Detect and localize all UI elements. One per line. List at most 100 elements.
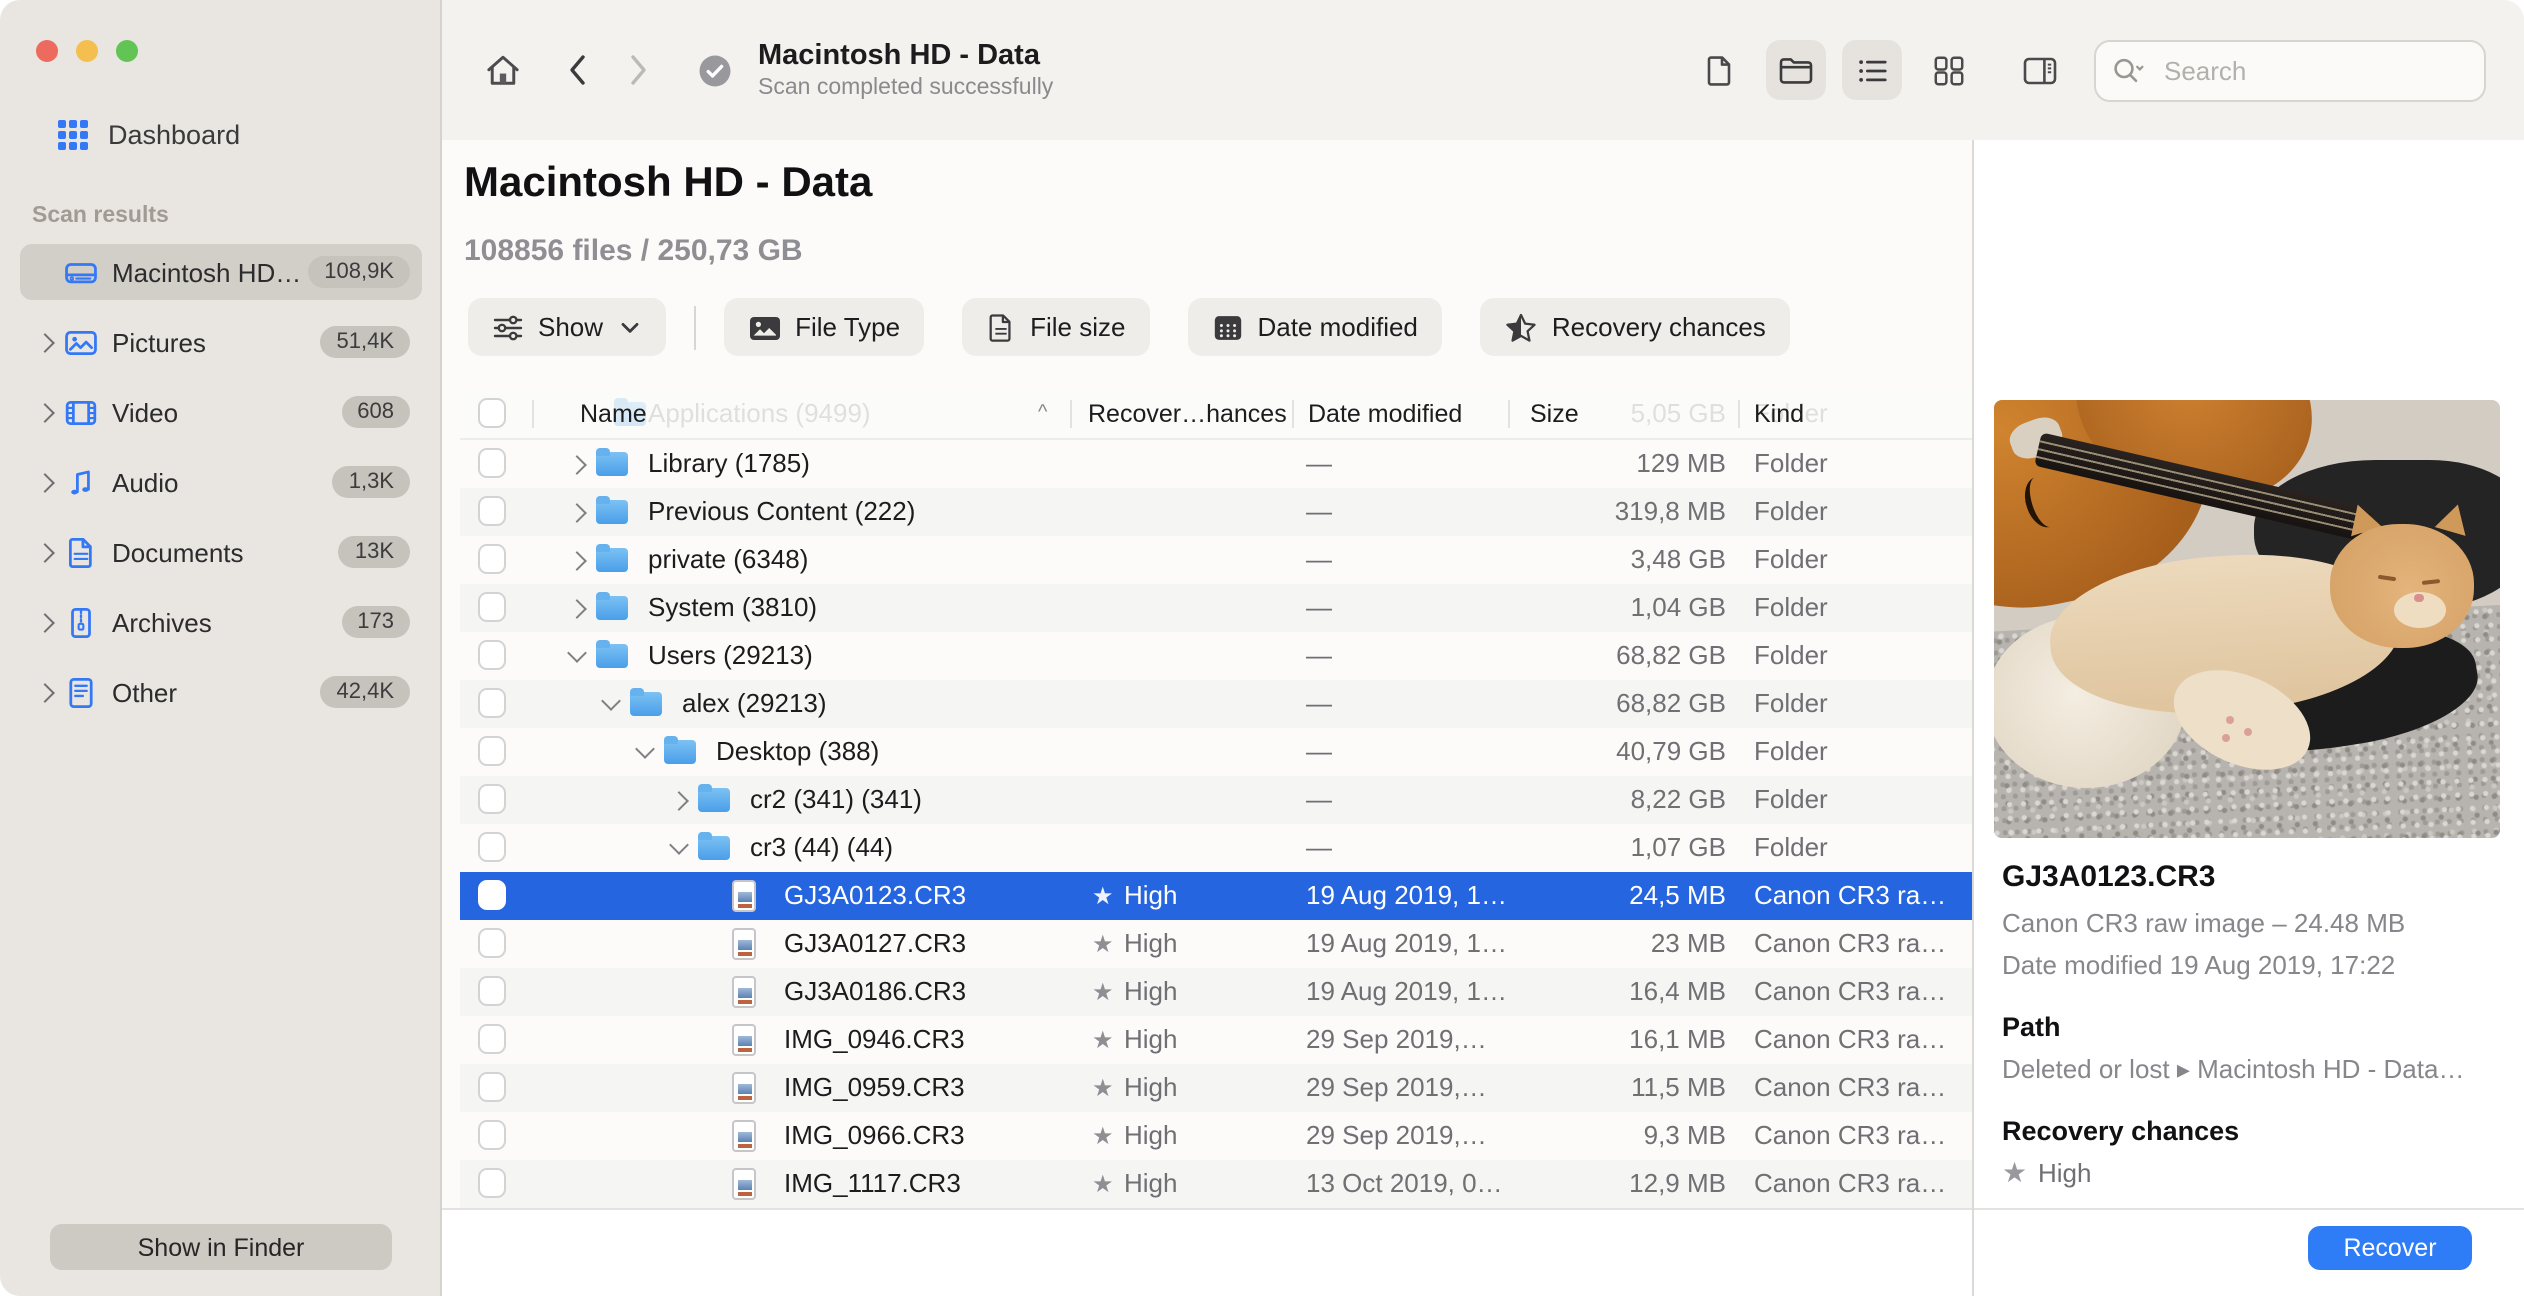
chevron-right-icon[interactable] — [35, 682, 55, 702]
recover-button[interactable]: Recover — [2308, 1226, 2472, 1270]
sort-ascending-icon[interactable]: ^ — [1038, 390, 1047, 438]
list-view-button[interactable] — [1842, 40, 1902, 100]
file-size-filter-button[interactable]: File size — [962, 298, 1150, 356]
search-field[interactable] — [2094, 39, 2486, 101]
table-row[interactable]: IMG_1117.CR3 ★ High 13 Oct 2019, 0… 12,9… — [460, 1160, 1972, 1208]
filter-bar: Show File Type File size Date modified R… — [468, 298, 1790, 356]
table-row[interactable]: Desktop (388) — 40,79 GB Folder — [460, 728, 1972, 776]
row-checkbox[interactable] — [478, 736, 506, 766]
row-checkbox[interactable] — [478, 832, 506, 862]
disclosure-chevron-icon[interactable] — [635, 739, 655, 759]
table-row[interactable]: GJ3A0123.CR3 ★ High 19 Aug 2019, 1… 24,5… — [460, 872, 1972, 920]
column-header-date[interactable]: Date modified — [1308, 390, 1462, 438]
disclosure-chevron-icon[interactable] — [567, 455, 587, 475]
row-kind: Folder — [1754, 544, 1828, 574]
table-row[interactable]: IMG_0966.CR3 ★ High 29 Sep 2019,… 9,3 MB… — [460, 1112, 1972, 1160]
disclosure-chevron-icon[interactable] — [567, 643, 587, 663]
chevron-right-icon[interactable] — [35, 612, 55, 632]
disclosure-chevron-icon[interactable] — [669, 835, 689, 855]
row-checkbox[interactable] — [478, 976, 506, 1006]
row-checkbox[interactable] — [478, 496, 506, 526]
column-header-kind[interactable]: Kind — [1754, 390, 1804, 438]
sidebar-item-dashboard[interactable]: Dashboard — [24, 108, 418, 160]
file-count-badge: 13K — [338, 536, 410, 568]
column-header-recovery[interactable]: Recover…hances — [1088, 390, 1287, 438]
row-size: 3,48 GB — [1630, 544, 1726, 574]
minimize-window-button[interactable] — [76, 40, 98, 62]
row-checkbox[interactable] — [478, 640, 506, 670]
row-checkbox[interactable] — [478, 448, 506, 478]
grid-view-button[interactable] — [1918, 40, 1978, 100]
document-icon — [989, 313, 1011, 341]
chevron-right-icon[interactable] — [35, 472, 55, 492]
table-row[interactable]: System (3810) — 1,04 GB Folder — [460, 584, 1972, 632]
column-header-name[interactable]: Name — [580, 390, 647, 438]
table-row[interactable]: cr3 (44) (44) — 1,07 GB Folder — [460, 824, 1972, 872]
file-icon — [732, 880, 756, 912]
file-icon — [732, 976, 756, 1008]
disclosure-chevron-icon[interactable] — [567, 599, 587, 619]
row-name: cr3 (44) (44) — [750, 832, 894, 862]
row-date: 13 Oct 2019, 0… — [1306, 1168, 1503, 1198]
row-checkbox[interactable] — [478, 880, 506, 910]
table-row[interactable]: cr2 (341) (341) — 8,22 GB Folder — [460, 776, 1972, 824]
date-modified-filter-button[interactable]: Date modified — [1187, 298, 1442, 356]
chevron-right-icon[interactable] — [35, 542, 55, 562]
row-checkbox[interactable] — [478, 1120, 506, 1150]
disclosure-chevron-icon[interactable] — [567, 551, 587, 571]
file-type-filter-button[interactable]: File Type — [723, 298, 925, 356]
select-all-checkbox[interactable] — [478, 398, 506, 428]
sidebar-item-pictures[interactable]: Pictures 51,4K — [20, 314, 422, 370]
sidebar-item-documents[interactable]: Documents 13K — [20, 524, 422, 580]
sidebar-item-video[interactable]: Video 608 — [20, 384, 422, 440]
chevron-right-icon[interactable] — [35, 402, 55, 422]
preview-image[interactable] — [1994, 400, 2500, 838]
row-checkbox[interactable] — [478, 928, 506, 958]
star-half-icon — [1506, 312, 1536, 341]
disclosure-chevron-icon[interactable] — [669, 791, 689, 811]
close-window-button[interactable] — [36, 40, 58, 62]
sidebar-item-audio[interactable]: Audio 1,3K — [20, 454, 422, 510]
row-checkbox[interactable] — [478, 688, 506, 718]
sidebar-item-other[interactable]: Other 42,4K — [20, 664, 422, 720]
row-checkbox[interactable] — [478, 1024, 506, 1054]
row-checkbox[interactable] — [478, 1072, 506, 1102]
disclosure-chevron-icon[interactable] — [601, 691, 621, 711]
folder-view-button[interactable] — [1766, 40, 1826, 100]
show-in-finder-button[interactable]: Show in Finder — [50, 1224, 392, 1270]
table-row[interactable]: GJ3A0186.CR3 ★ High 19 Aug 2019, 1… 16,4… — [460, 968, 1972, 1016]
row-checkbox[interactable] — [478, 592, 506, 622]
show-filter-button[interactable]: Show — [468, 298, 666, 356]
disclosure-chevron-icon[interactable] — [567, 503, 587, 523]
row-kind: Canon CR3 ra… — [1754, 880, 1947, 910]
forward-button[interactable] — [622, 52, 654, 88]
table-row[interactable]: Previous Content (222) — 319,8 MB Folder — [460, 488, 1972, 536]
sidebar-item-label: Pictures — [112, 327, 206, 357]
row-checkbox[interactable] — [478, 544, 506, 574]
sidebar-item-label: Documents — [112, 537, 244, 567]
recovery-chances-filter-button[interactable]: Recovery chances — [1479, 298, 1790, 356]
row-date: 19 Aug 2019, 1… — [1306, 928, 1507, 958]
search-input[interactable] — [2160, 53, 2448, 87]
row-checkbox[interactable] — [478, 784, 506, 814]
column-header-size[interactable]: Size — [1530, 390, 1579, 438]
table-row[interactable]: IMG_0959.CR3 ★ High 29 Sep 2019,… 11,5 M… — [460, 1064, 1972, 1112]
table-row[interactable]: private (6348) — 3,48 GB Folder — [460, 536, 1972, 584]
preview-panel-toggle-button[interactable] — [2010, 40, 2070, 100]
scan-results-section-label: Scan results — [32, 204, 169, 228]
file-view-button[interactable] — [1690, 40, 1750, 100]
table-row[interactable]: IMG_0946.CR3 ★ High 29 Sep 2019,… 16,1 M… — [460, 1016, 1972, 1064]
sidebar-item-archives[interactable]: Archives 173 — [20, 594, 422, 650]
row-checkbox[interactable] — [478, 1168, 506, 1198]
table-row[interactable]: alex (29213) — 68,82 GB Folder — [460, 680, 1972, 728]
row-date: 29 Sep 2019,… — [1306, 1024, 1487, 1054]
row-kind: Folder — [1754, 448, 1828, 478]
table-row[interactable]: Users (29213) — 68,82 GB Folder — [460, 632, 1972, 680]
home-button[interactable] — [484, 51, 522, 89]
table-row[interactable]: Library (1785) — 129 MB Folder — [460, 440, 1972, 488]
zoom-window-button[interactable] — [116, 40, 138, 62]
chevron-right-icon[interactable] — [35, 332, 55, 352]
sidebar-item-macintosh-hd-[interactable]: Macintosh HD… 108,9K — [20, 244, 422, 300]
back-button[interactable] — [562, 52, 594, 88]
table-row[interactable]: GJ3A0127.CR3 ★ High 19 Aug 2019, 1… 23 M… — [460, 920, 1972, 968]
